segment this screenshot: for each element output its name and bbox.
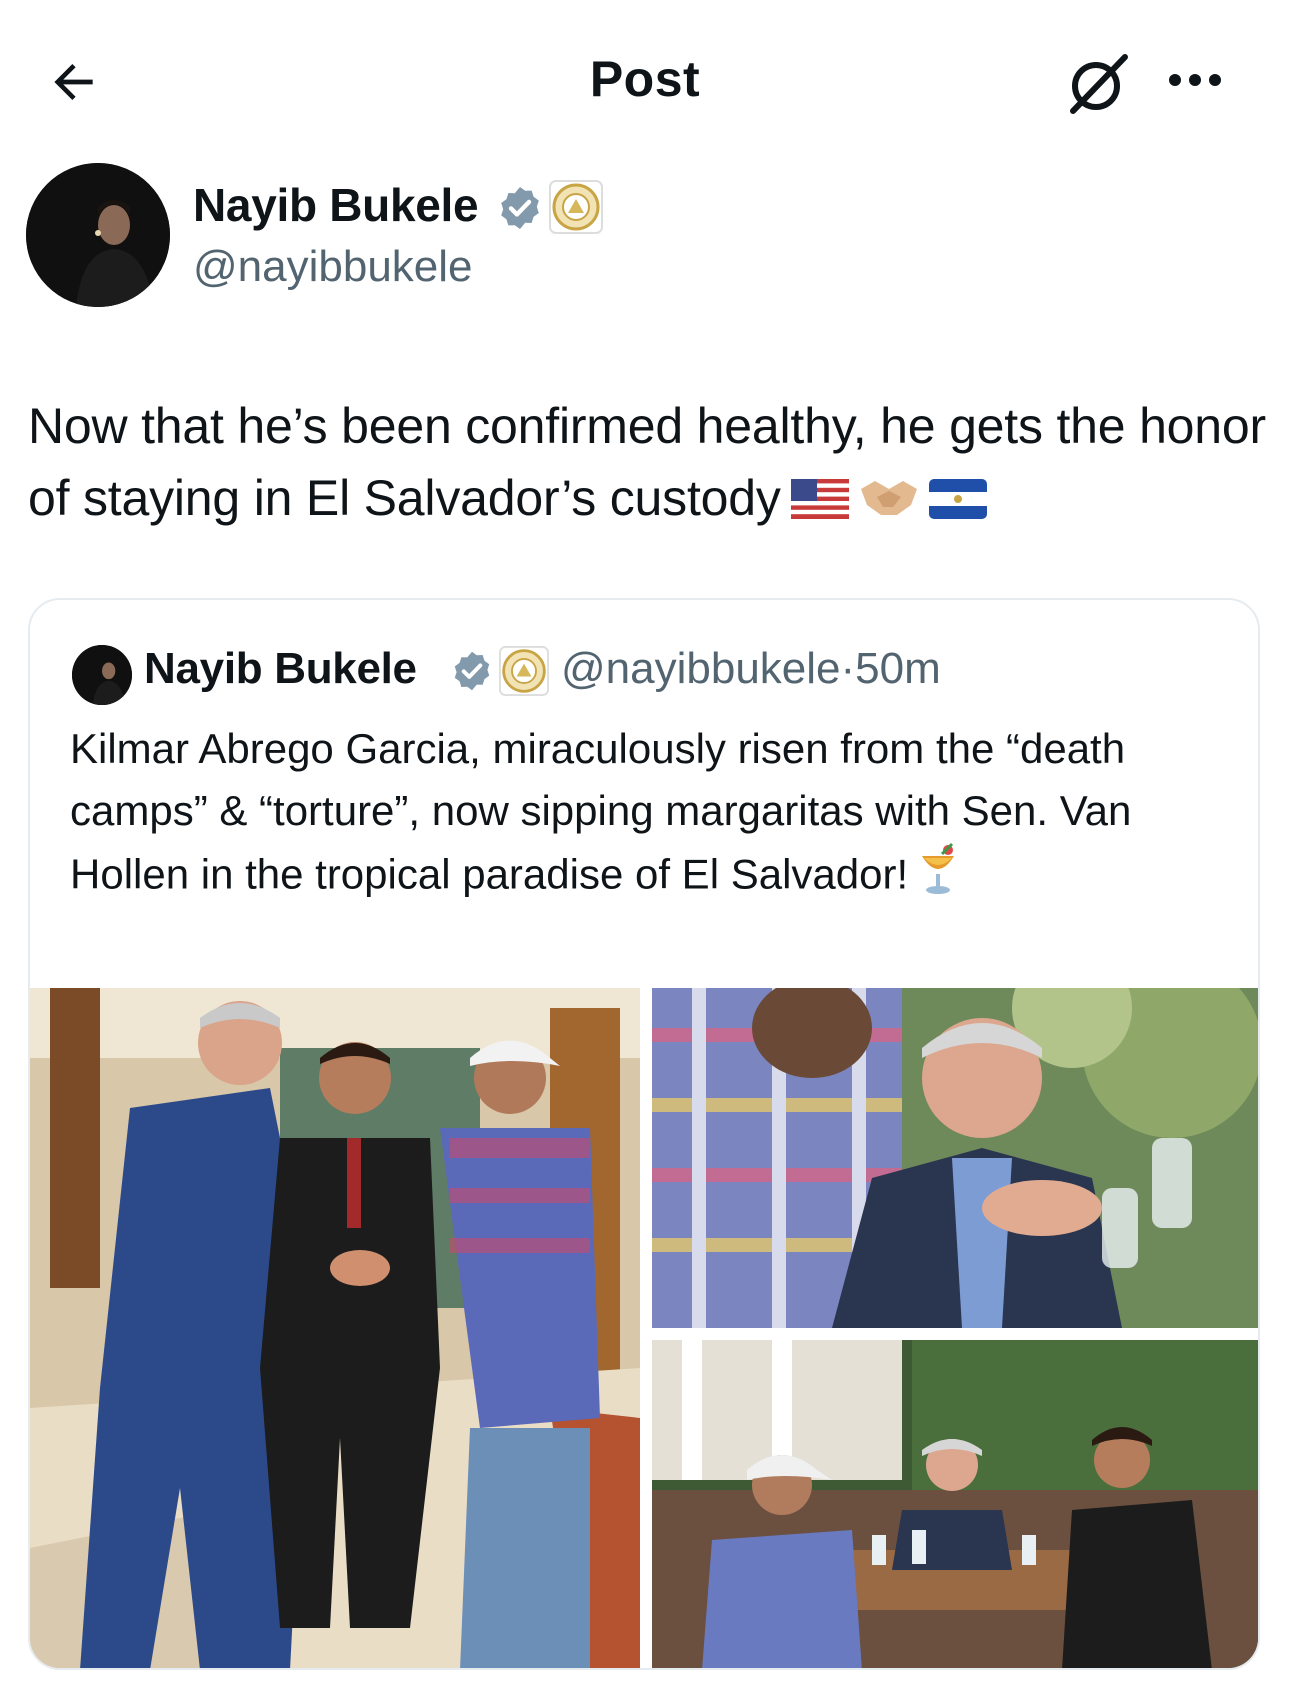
- author-handle[interactable]: @nayibbukele: [193, 242, 473, 292]
- grok-icon: [1070, 54, 1128, 114]
- government-affiliation-icon: [549, 180, 603, 234]
- verified-badge-icon: [496, 184, 544, 232]
- handshake-emoji: [859, 466, 919, 538]
- quoted-author-name: Nayib Bukele: [144, 644, 417, 693]
- quoted-timestamp: 50m: [855, 644, 941, 693]
- quoted-avatar: [72, 645, 132, 705]
- more-horizontal-icon: [1169, 74, 1221, 86]
- tropical-drink-emoji: [918, 842, 958, 913]
- handshake-lobby-photo[interactable]: [30, 988, 640, 1668]
- avatar[interactable]: [26, 163, 170, 307]
- quoted-post[interactable]: Nayib Bukele @nayibbukele·50m Kilmar Abr…: [28, 598, 1260, 1670]
- senator-closeup-photo[interactable]: [652, 988, 1258, 1328]
- quoted-text-content: Kilmar Abrego Garcia, miraculously risen…: [70, 725, 1132, 898]
- post-text-content: Now that he’s been confirmed healthy, he…: [28, 398, 1266, 526]
- grok-button[interactable]: [1058, 44, 1138, 124]
- government-affiliation-icon: [499, 646, 549, 696]
- us-flag-emoji: [790, 466, 849, 538]
- more-options-button[interactable]: [1160, 55, 1230, 105]
- post-text: Now that he’s been confirmed healthy, he…: [28, 390, 1268, 538]
- author-name[interactable]: Nayib Bukele: [193, 178, 479, 232]
- quoted-handle-time: @nayibbukele·50m: [561, 644, 941, 694]
- quoted-text: Kilmar Abrego Garcia, miraculously risen…: [70, 718, 1220, 913]
- restaurant-table-photo[interactable]: [652, 1340, 1258, 1668]
- quoted-separator: ·: [840, 644, 856, 693]
- quoted-author-handle: @nayibbukele: [561, 644, 841, 693]
- el-salvador-flag-emoji: [928, 466, 987, 538]
- verified-badge-icon: [450, 649, 494, 693]
